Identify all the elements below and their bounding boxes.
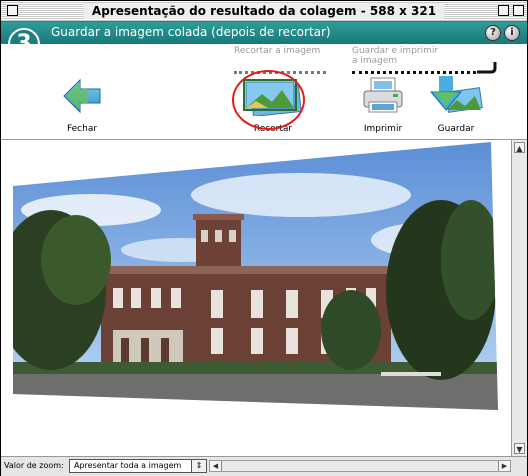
step-header: Guardar a imagem colada (depois de recor…: [1, 22, 527, 44]
zoom-label: Valor de zoom:: [4, 461, 64, 470]
info-icon[interactable]: i: [504, 25, 520, 41]
zoom-select[interactable]: Apresentar toda a imagem ⇕: [69, 459, 207, 473]
help-icon[interactable]: ?: [485, 25, 501, 41]
print-label: Imprimir: [363, 124, 403, 134]
horizontal-scrollbar[interactable]: ◀ ▶: [209, 460, 511, 472]
scroll-left-icon[interactable]: ◀: [210, 461, 222, 471]
save-print-hint-line2: a imagem: [352, 56, 398, 66]
crop-highlight-circle: [232, 70, 305, 130]
close-label: Fechar: [66, 124, 98, 134]
save-icon: [429, 76, 483, 113]
print-button[interactable]: Imprimir: [357, 74, 409, 136]
select-arrows-icon: ⇕: [191, 460, 206, 472]
collage-result-window: Apresentação do resultado da colagem - 5…: [0, 0, 528, 476]
scroll-up-icon[interactable]: ▲: [514, 142, 525, 153]
status-bar: Valor de zoom: Apresentar toda a imagem …: [1, 456, 527, 476]
vertical-scrollbar[interactable]: ▲ ▼: [511, 140, 527, 456]
collage-image: [13, 142, 498, 410]
scroll-down-icon[interactable]: ▼: [514, 443, 525, 454]
collapse-box-icon[interactable]: [513, 5, 524, 16]
step-title: Guardar a imagem colada (depois de recor…: [51, 25, 331, 39]
title-bar[interactable]: Apresentação do resultado da colagem - 5…: [1, 1, 527, 22]
save-button[interactable]: Guardar: [425, 74, 487, 136]
printer-icon: [363, 77, 403, 113]
scroll-right-icon[interactable]: ▶: [498, 461, 510, 471]
save-label: Guardar: [437, 124, 475, 134]
crop-hint: Recortar a imagem: [234, 46, 321, 56]
back-arrow-icon: [63, 78, 101, 114]
close-button[interactable]: Fechar: [57, 74, 107, 136]
close-box-icon[interactable]: [7, 5, 18, 16]
zoom-box-icon[interactable]: [498, 5, 509, 16]
save-print-hint-line1: Guardar e imprimir: [352, 46, 439, 56]
window-title: Apresentação do resultado da colagem - 5…: [83, 3, 445, 19]
toolbar: Recortar a imagem Guardar e imprimir a i…: [1, 44, 527, 140]
image-preview-area[interactable]: [1, 140, 511, 456]
zoom-select-value: Apresentar toda a imagem: [74, 461, 182, 470]
